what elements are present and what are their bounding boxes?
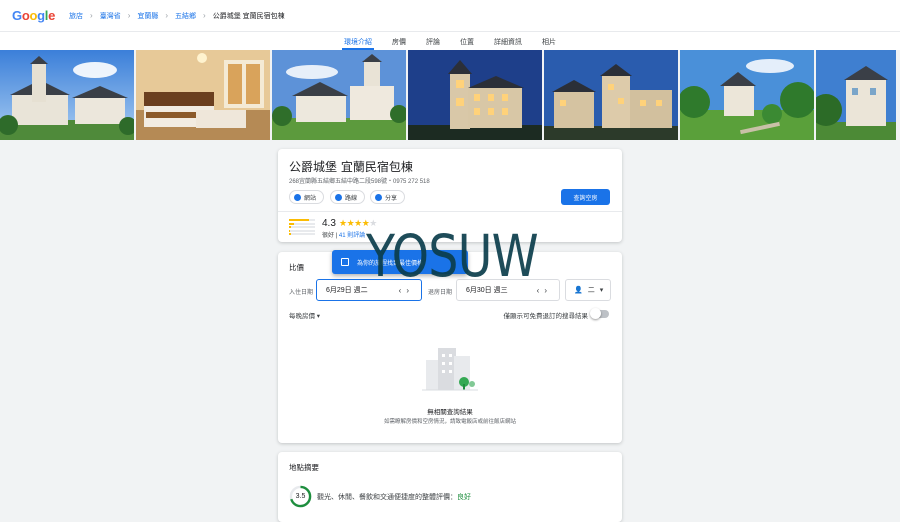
chevron-down-icon: ▾ xyxy=(599,287,604,294)
location-summary-card: 地點摘要 3.5 觀光、休閒、餐飲和交通便捷度的整體評價：良好 xyxy=(278,452,622,522)
rating-distribution xyxy=(289,219,315,237)
calendar-icon xyxy=(341,258,349,266)
tab-details[interactable]: 詳細資訊 xyxy=(484,32,532,50)
photo-exterior-lawn[interactable] xyxy=(272,50,406,140)
divider xyxy=(278,211,622,212)
rating-bar-fill xyxy=(289,219,309,221)
photo-bedroom[interactable] xyxy=(136,50,270,140)
rating-bar-fill xyxy=(289,226,291,228)
rating-bar-fill xyxy=(289,233,291,235)
rating-bar xyxy=(289,229,315,232)
location-description: 觀光、休閒、餐飲和交通便捷度的整體評價：良好 xyxy=(317,494,471,501)
breadcrumb-hotels[interactable]: 旅店 xyxy=(69,11,83,21)
reviews-link[interactable]: 41 則評論 xyxy=(339,233,365,239)
checkout-date-field[interactable]: 6月30日 週三 ‹› xyxy=(456,279,560,301)
rating-bar xyxy=(289,222,315,225)
photo-exterior-dusk[interactable] xyxy=(544,50,678,140)
share-icon xyxy=(375,193,382,201)
hotel-address: 268宜蘭縣五結鄉五結中路二段598號・0975 272 518 xyxy=(289,179,430,185)
breadcrumb-township[interactable]: 五結鄉 xyxy=(175,11,196,21)
no-results-subtitle: 如需瞭解房價和空房情況，請致電飯店或前往飯店網站 xyxy=(383,419,516,425)
person-icon: 👤 xyxy=(574,287,583,294)
photo-exterior-side[interactable] xyxy=(816,50,896,140)
star-rating: ★★★★★ xyxy=(339,218,377,229)
hotel-summary-card: 公爵城堡 宜蘭民宿包棟 268宜蘭縣五結鄉五結中路二段598號・0975 272… xyxy=(278,149,622,242)
date-nav-icon[interactable]: ‹› xyxy=(399,286,414,295)
directions-button[interactable]: 路線 xyxy=(330,190,366,204)
photo-exterior-night[interactable] xyxy=(408,50,542,140)
tab-photos[interactable]: 相片 xyxy=(532,32,566,50)
tab-bar: 環境介紹 房價 評論 位置 詳細資訊 相片 xyxy=(0,32,900,50)
price-tip-toast: 為你的旅程找到最佳價格 xyxy=(332,250,468,274)
buildings-illustration-icon xyxy=(422,348,478,391)
directions-icon xyxy=(335,193,342,201)
no-results-title: 無相關查詢結果 xyxy=(427,409,473,416)
tab-reviews[interactable]: 評論 xyxy=(416,32,450,50)
checkin-date-field[interactable]: 6月29日 週二 ‹› xyxy=(316,279,422,301)
tab-location[interactable]: 位置 xyxy=(450,32,484,50)
star-empty-icon: ★ xyxy=(369,218,377,228)
top-bar: Google 旅店 › 臺灣省 › 宜蘭縣 › 五結鄉 › 公爵城堡 宜蘭民宿包… xyxy=(0,0,900,32)
photo-garden[interactable] xyxy=(680,50,814,140)
guests-selector[interactable]: 👤 二 ▾ xyxy=(565,279,611,301)
chevron-right-icon: › xyxy=(203,11,206,20)
photo-strip xyxy=(0,50,900,140)
checkin-label: 入住日期 xyxy=(289,290,314,296)
star-icon: ★★★★ xyxy=(339,218,370,228)
date-nav-icon[interactable]: ‹› xyxy=(537,286,552,295)
chevron-right-icon: › xyxy=(165,11,169,20)
google-logo[interactable]: Google xyxy=(12,8,55,23)
toggle-knob xyxy=(590,308,601,319)
website-button[interactable]: 網站 xyxy=(289,190,325,204)
rating-summary: 很好 | 41 則評論 xyxy=(322,233,366,239)
chevron-right-icon: › xyxy=(90,11,93,20)
free-cancel-toggle[interactable] xyxy=(590,308,609,319)
free-cancel-label: 僅顯示可免費退訂的搜尋結果 xyxy=(503,313,589,320)
per-night-dropdown[interactable]: 每晚房價 ▾ xyxy=(289,310,320,320)
price-compare-card: 比價 入住日期 6月29日 週二 ‹› 退房日期 6月30日 週三 ‹› 👤 二… xyxy=(278,252,622,443)
rating-bar-fill xyxy=(289,229,290,232)
rating-bar xyxy=(289,226,315,228)
breadcrumb-province[interactable]: 臺灣省 xyxy=(100,11,121,21)
rating-value: 4.3 xyxy=(322,218,336,229)
hotel-name: 公爵城堡 宜蘭民宿包棟 xyxy=(289,160,413,174)
share-button[interactable]: 分享 xyxy=(370,190,406,204)
check-availability-button[interactable]: 查詢空房 xyxy=(561,189,610,205)
rating-bar xyxy=(289,219,315,221)
tab-overview[interactable]: 環境介紹 xyxy=(334,32,382,50)
breadcrumb-current: 公爵城堡 宜蘭民宿包棟 xyxy=(212,12,285,20)
globe-icon xyxy=(294,193,301,201)
photo-exterior-day[interactable] xyxy=(0,50,134,140)
breadcrumb-county[interactable]: 宜蘭縣 xyxy=(137,11,158,21)
tab-prices[interactable]: 房價 xyxy=(382,32,416,50)
breadcrumb: 旅店 › 臺灣省 › 宜蘭縣 › 五結鄉 › 公爵城堡 宜蘭民宿包棟 xyxy=(69,11,285,21)
section-title-prices: 比價 xyxy=(289,263,304,272)
section-title-location: 地點摘要 xyxy=(289,463,319,472)
location-score: 3.5 xyxy=(295,493,306,500)
rating-bar-fill xyxy=(289,222,295,225)
checkout-label: 退房日期 xyxy=(428,290,453,296)
chevron-right-icon: › xyxy=(127,11,131,20)
rating-bar xyxy=(289,233,315,235)
